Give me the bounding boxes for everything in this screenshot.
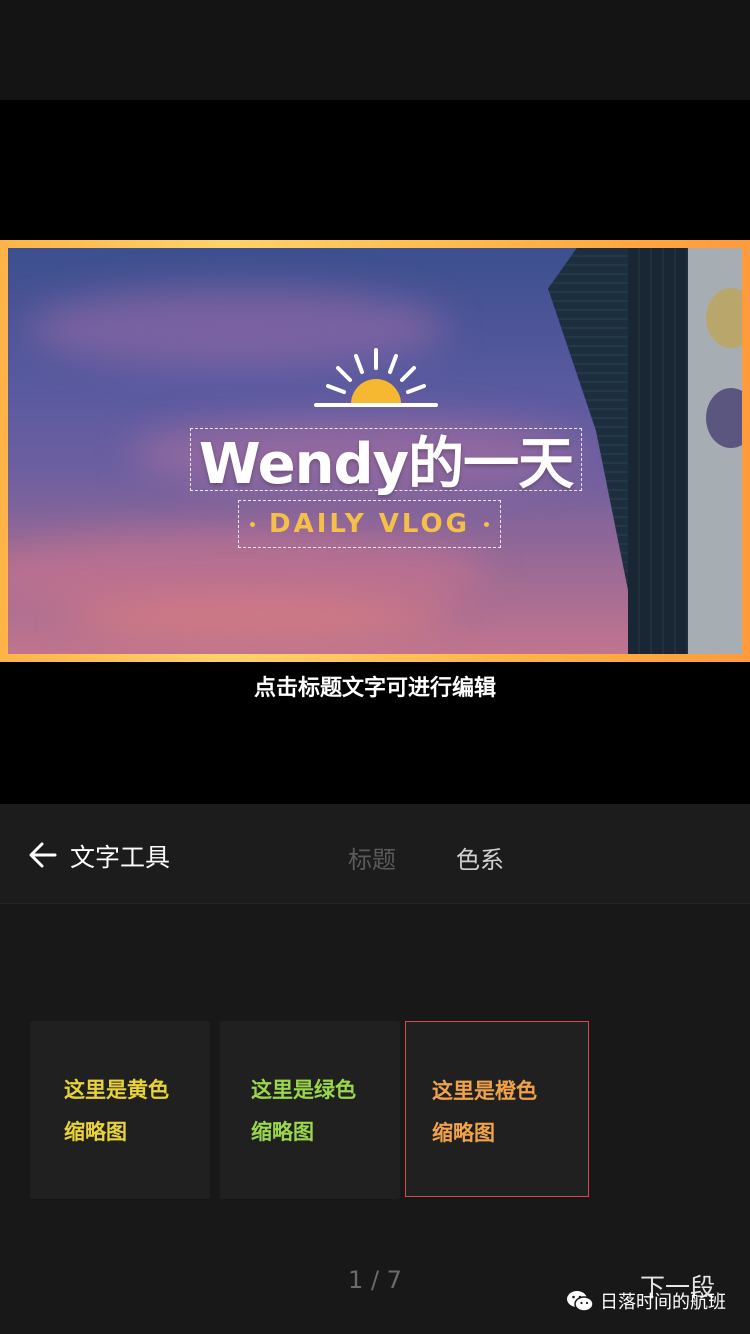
yellow-thumbnail-card[interactable]: 这里是黄色 缩略图 (30, 1021, 210, 1199)
title-text-box[interactable]: Wendy的一天 (190, 428, 582, 497)
card-label: 缩略图 (251, 1120, 314, 1144)
card-label: 这里是绿色 (251, 1078, 356, 1102)
card-label: 缩略图 (64, 1120, 127, 1144)
toolbar-title: 文字工具 (70, 843, 171, 872)
watermark-text: 日落时间的航班 (600, 1292, 726, 1313)
tab-title[interactable]: 标题 (348, 840, 396, 875)
sunrise-icon (314, 348, 438, 407)
edit-hint: 点击标题文字可进行编辑 (253, 676, 496, 701)
orange-thumbnail-card[interactable]: 这里是橙色 缩略图 (405, 1021, 589, 1197)
subtitle-text-box[interactable]: DAILY VLOG (238, 500, 501, 548)
video-subtitle[interactable]: DAILY VLOG (269, 509, 470, 539)
video-title[interactable]: Wendy的一天 (199, 419, 574, 500)
card-label: 这里是橙色 (432, 1079, 537, 1103)
dot-icon (483, 521, 489, 527)
green-thumbnail-card[interactable]: 这里是绿色 缩略图 (220, 1021, 400, 1199)
watermark: 日落时间的航班 (566, 1287, 726, 1315)
cloud (68, 598, 448, 638)
tab-color-scheme[interactable]: 色系 (456, 840, 504, 875)
dot-icon (250, 521, 255, 527)
card-label: 缩略图 (432, 1121, 495, 1145)
video-preview-frame: Wendy的一天 DAILY VLOG (0, 240, 750, 662)
top-bar (0, 0, 750, 100)
text-tool-toolbar: 文字工具 标题 色系 (0, 804, 750, 904)
card-label: 这里是黄色 (64, 1078, 169, 1102)
wechat-icon (567, 1291, 594, 1312)
video-preview[interactable]: Wendy的一天 DAILY VLOG (8, 248, 742, 654)
building (628, 248, 688, 654)
arrow-left-icon[interactable] (28, 840, 58, 870)
